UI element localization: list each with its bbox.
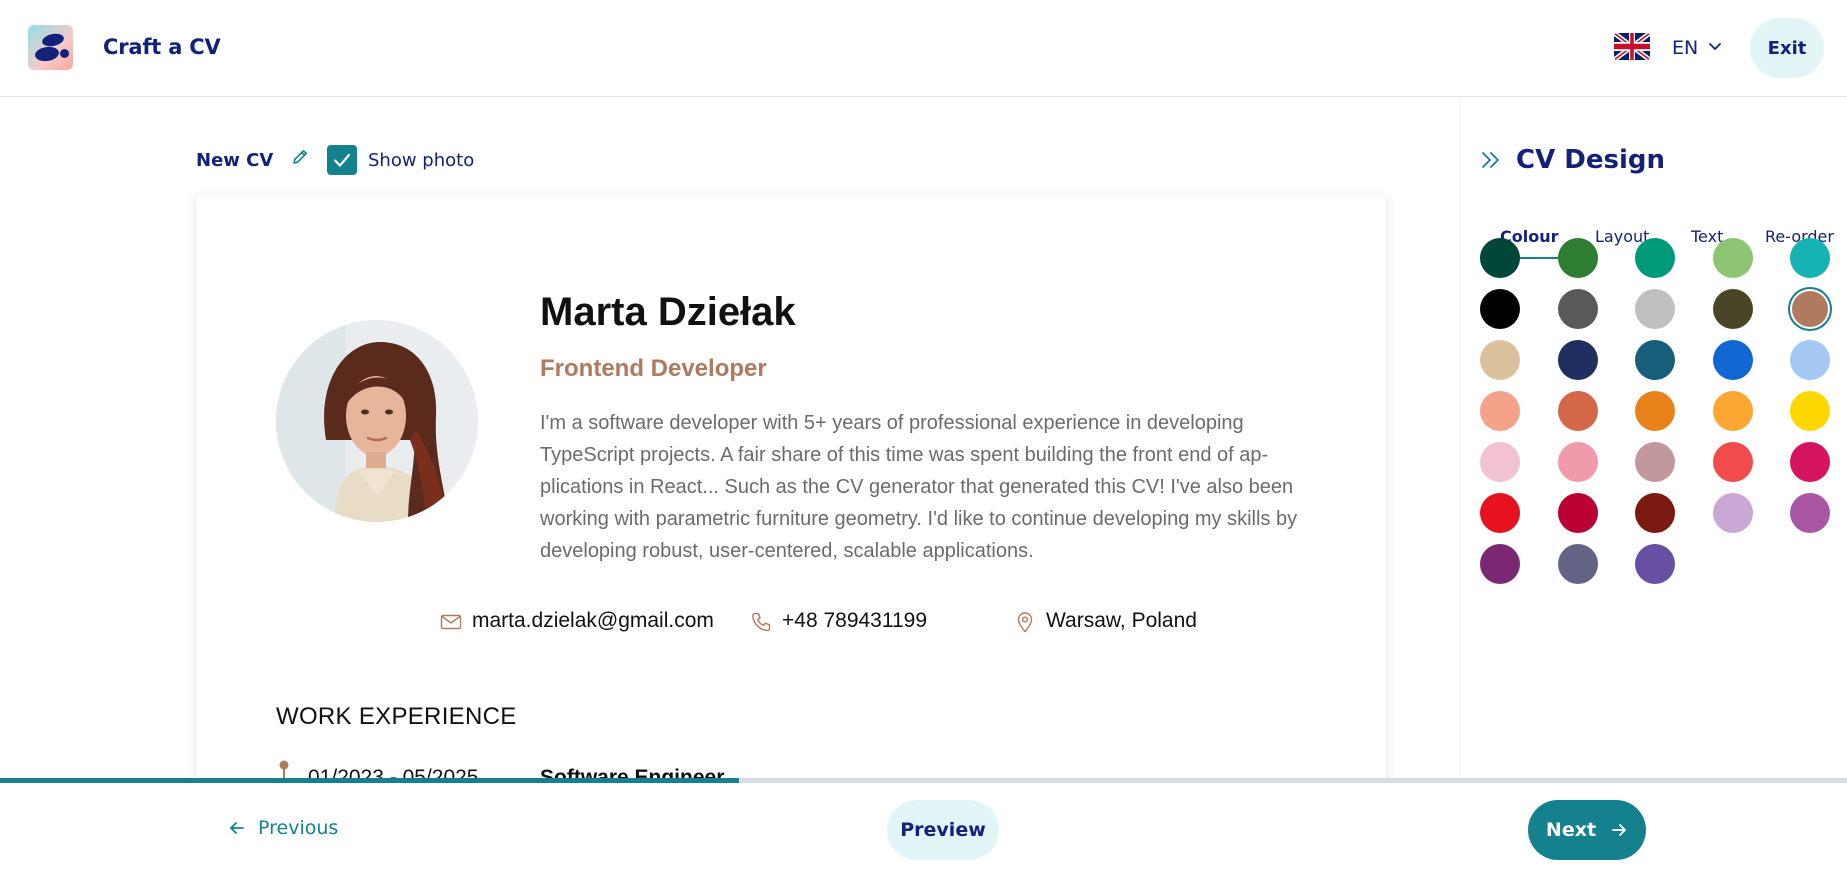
cv-job-title: Frontend Developer — [540, 355, 767, 382]
contact-phone-text: +48 789431199 — [782, 609, 928, 632]
colour-swatch[interactable] — [1480, 340, 1520, 380]
top-header: Craft a CV EN Exit — [0, 0, 1847, 97]
location-icon — [1017, 612, 1033, 633]
colour-swatch[interactable] — [1480, 442, 1520, 482]
contact-location-text: Warsaw, Poland — [1046, 609, 1197, 632]
colour-swatch[interactable] — [1790, 442, 1830, 482]
timeline-pin-icon — [279, 760, 289, 780]
cv-preview-page: Marta Dziełak Frontend Developer I'm a s… — [196, 195, 1386, 785]
colour-swatch[interactable] — [1557, 442, 1598, 482]
cv-summary: I'm a software developer with 5+ years o… — [540, 412, 1298, 562]
colour-swatch[interactable] — [1635, 493, 1675, 533]
colour-swatch[interactable] — [1480, 391, 1520, 431]
colour-swatch[interactable] — [1712, 493, 1753, 533]
colour-swatch[interactable] — [1790, 340, 1830, 380]
colour-swatch[interactable] — [1557, 544, 1598, 584]
previous-label: Previous — [258, 817, 339, 839]
cv-design-panel: CV Design Colour Layout Text Re-order — [1459, 97, 1847, 780]
colour-swatch[interactable] — [1635, 340, 1675, 380]
colour-swatch[interactable] — [1480, 544, 1520, 584]
colour-swatch[interactable] — [1635, 238, 1675, 278]
colour-swatch[interactable] — [1557, 391, 1598, 431]
colour-swatch[interactable] — [1790, 493, 1830, 533]
colour-swatch[interactable] — [1635, 289, 1675, 329]
colour-swatch[interactable] — [1792, 291, 1828, 327]
app-title: Craft a CV — [103, 35, 221, 59]
colour-swatch[interactable] — [1712, 442, 1753, 482]
colour-swatch[interactable] — [1635, 391, 1675, 431]
colour-swatch[interactable] — [1635, 442, 1675, 482]
colour-swatch[interactable] — [1480, 493, 1520, 533]
colour-swatch[interactable] — [1790, 238, 1830, 278]
colour-swatch[interactable] — [1712, 391, 1753, 431]
footer-nav: Previous Preview Next — [0, 783, 1847, 873]
panel-title: CV Design — [1516, 145, 1665, 175]
contact-email-text: marta.dzielak@gmail.com — [472, 609, 714, 632]
colour-swatch[interactable] — [1480, 238, 1520, 278]
next-label: Next — [1545, 819, 1597, 841]
pencil-icon[interactable] — [290, 147, 310, 167]
chevron-down-icon[interactable] — [1707, 38, 1723, 54]
colour-swatch[interactable] — [1557, 289, 1598, 329]
mail-icon — [440, 614, 462, 630]
work-experience-heading: WORK EXPERIENCE — [276, 703, 517, 730]
colour-swatch[interactable] — [1712, 289, 1753, 329]
profile-photo — [276, 320, 478, 522]
check-icon — [333, 153, 351, 167]
phone-icon — [752, 612, 771, 632]
cv-name-label: New CV — [196, 150, 274, 171]
uk-flag-icon[interactable] — [1614, 33, 1650, 60]
show-photo-label[interactable]: Show photo — [368, 150, 474, 171]
colour-swatch[interactable] — [1790, 391, 1830, 431]
colour-swatch[interactable] — [1712, 238, 1753, 278]
colour-swatch[interactable] — [1557, 493, 1598, 533]
cv-full-name: Marta Dziełak — [540, 290, 796, 334]
arrow-left-icon — [230, 822, 244, 834]
language-selector[interactable]: EN — [1672, 37, 1698, 59]
preview-button[interactable]: Preview — [887, 800, 999, 860]
next-button[interactable]: Next — [1528, 800, 1646, 860]
arrow-right-icon — [1612, 824, 1626, 836]
colour-swatch[interactable] — [1635, 544, 1675, 584]
double-chevron-right-icon[interactable] — [1480, 149, 1502, 171]
previous-button[interactable]: Previous — [228, 811, 338, 845]
app-logo[interactable] — [28, 25, 73, 70]
show-photo-checkbox[interactable] — [327, 145, 357, 175]
colour-swatch[interactable] — [1480, 289, 1520, 329]
colour-swatch[interactable] — [1557, 340, 1598, 380]
colour-swatch[interactable] — [1557, 238, 1598, 278]
colour-swatch[interactable] — [1712, 340, 1753, 380]
exit-button[interactable]: Exit — [1750, 18, 1824, 78]
